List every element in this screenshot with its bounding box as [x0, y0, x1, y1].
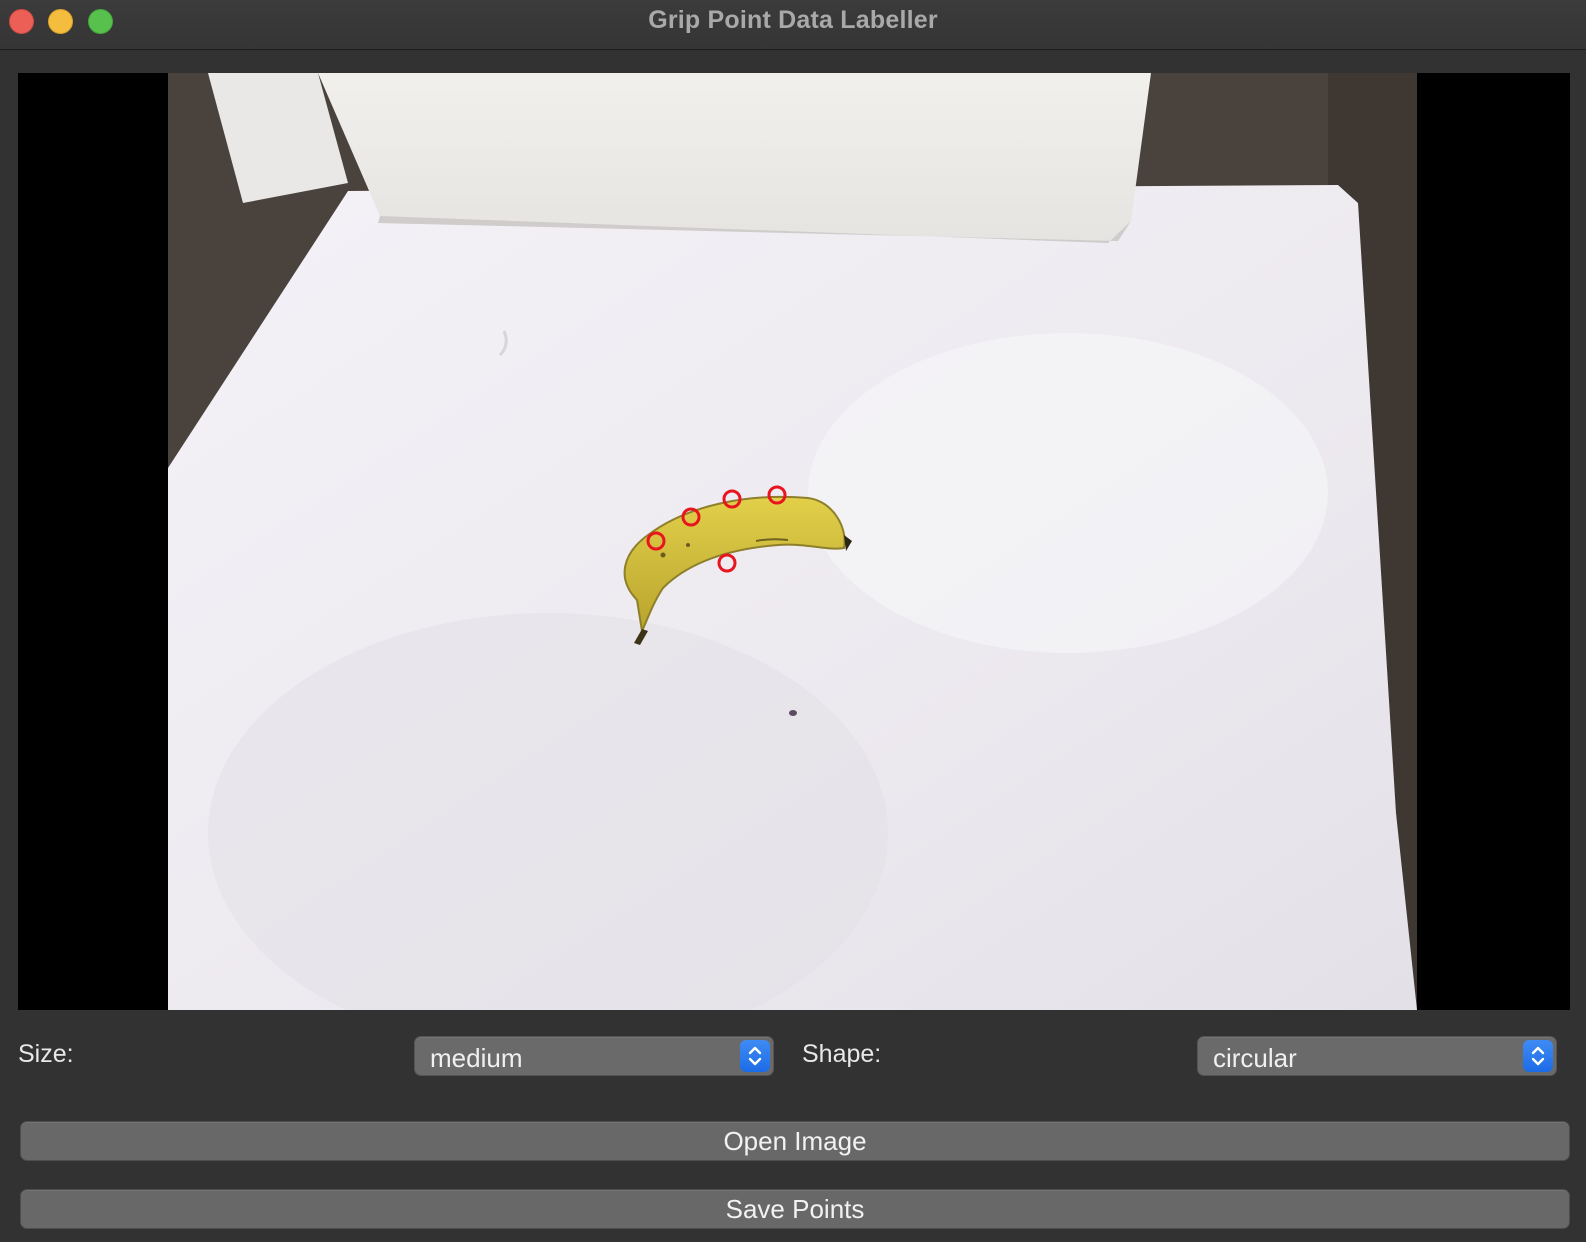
- size-label: Size:: [18, 1040, 74, 1068]
- chevron-up-down-icon: [740, 1040, 770, 1072]
- chevron-up-down-icon: [1523, 1040, 1553, 1072]
- size-select[interactable]: medium: [414, 1036, 774, 1076]
- back-box: [318, 73, 1151, 243]
- title-bar: Grip Point Data Labeller: [0, 0, 1586, 50]
- window-title: Grip Point Data Labeller: [648, 6, 938, 34]
- shape-label: Shape:: [802, 1040, 882, 1068]
- open-image-button[interactable]: Open Image: [20, 1121, 1570, 1161]
- save-points-button[interactable]: Save Points: [20, 1189, 1570, 1229]
- size-select-value: medium: [430, 1043, 523, 1073]
- labelled-image[interactable]: [168, 73, 1417, 1010]
- shape-select[interactable]: circular: [1197, 1036, 1557, 1076]
- shape-select-value: circular: [1213, 1043, 1297, 1073]
- image-viewer[interactable]: [18, 73, 1570, 1010]
